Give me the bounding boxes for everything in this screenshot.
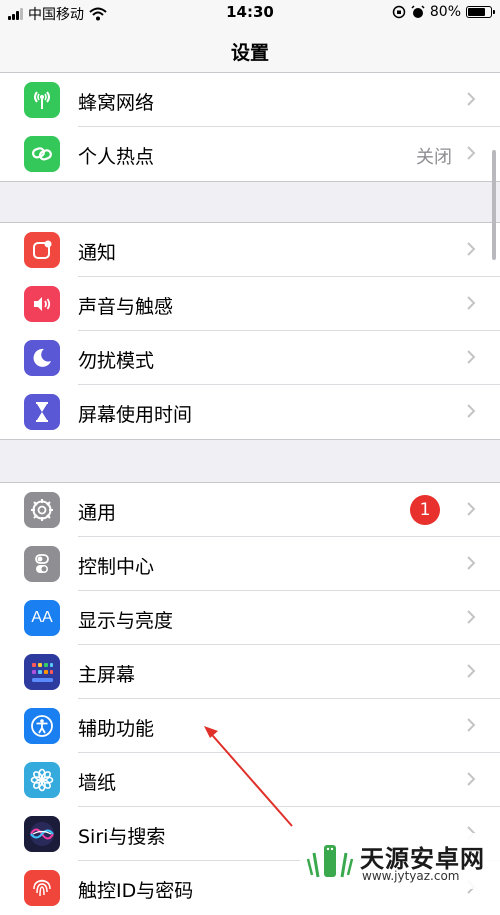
settings-row-label: 勿扰模式 xyxy=(78,350,155,372)
scroll-indicator[interactable] xyxy=(492,150,496,260)
speaker-icon xyxy=(24,286,60,322)
battery-percent: 80% xyxy=(429,4,461,20)
settings-row-label: Siri与搜索 xyxy=(78,826,166,848)
settings-row-label: 辅助功能 xyxy=(78,718,155,740)
accessibility-icon xyxy=(24,708,60,744)
siri-icon xyxy=(24,816,60,852)
chevron-right-icon xyxy=(467,502,476,516)
toggle-switches-icon xyxy=(24,546,60,582)
settings-row-home-screen[interactable]: 主屏幕 xyxy=(0,645,500,699)
orientation-lock-icon xyxy=(392,5,406,19)
chevron-right-icon xyxy=(467,718,476,732)
chevron-right-icon xyxy=(467,610,476,624)
text-size-icon: AA xyxy=(24,600,60,636)
watermark-url: www.jytyaz.com xyxy=(362,869,460,883)
settings-row-display-brightness[interactable]: AA 显示与亮度 xyxy=(0,591,500,645)
settings-row-label: 控制中心 xyxy=(78,556,155,578)
flower-icon xyxy=(24,762,60,798)
settings-group-notifications: 通知 声音与触感 勿扰模式 屏幕使用时间 xyxy=(0,222,500,440)
status-bar: 中国移动 14:30 80% xyxy=(0,0,500,26)
settings-row-notifications[interactable]: 通知 xyxy=(0,223,500,277)
settings-row-label: 触控ID与密码 xyxy=(78,880,194,902)
settings-row-hotspot[interactable]: 个人热点 关闭 xyxy=(0,127,500,181)
settings-row-label: 声音与触感 xyxy=(78,296,174,318)
settings-row-label: 蜂窝网络 xyxy=(78,92,155,114)
settings-row-label: 屏幕使用时间 xyxy=(78,404,193,426)
settings-row-label: 主屏幕 xyxy=(78,664,136,686)
chevron-right-icon xyxy=(467,404,476,418)
settings-row-label: 通用 xyxy=(78,502,117,524)
settings-row-cellular[interactable]: 蜂窝网络 xyxy=(0,73,500,127)
settings-row-label: 墙纸 xyxy=(78,772,117,794)
settings-row-general[interactable]: 通用 1 xyxy=(0,483,500,537)
settings-row-label: 显示与亮度 xyxy=(78,610,174,632)
settings-row-control-center[interactable]: 控制中心 xyxy=(0,537,500,591)
page-title: 设置 xyxy=(230,42,269,64)
hotspot-status-value: 关闭 xyxy=(416,147,452,168)
chevron-right-icon xyxy=(467,350,476,364)
moon-icon xyxy=(24,340,60,376)
text-size-icon-glyph: AA xyxy=(31,609,53,626)
settings-row-label: 通知 xyxy=(78,242,117,264)
hotspot-link-icon xyxy=(24,136,60,172)
annotation-arrow xyxy=(204,726,293,827)
status-right: 80% xyxy=(392,4,495,20)
settings-row-do-not-disturb[interactable]: 勿扰模式 xyxy=(0,331,500,385)
alarm-icon xyxy=(411,5,425,18)
chevron-right-icon xyxy=(467,664,476,678)
battery-icon xyxy=(466,6,495,18)
home-grid-icon xyxy=(24,654,60,690)
chevron-right-icon xyxy=(467,772,476,786)
watermark-logo-icon xyxy=(306,845,354,878)
notification-badge: 1 xyxy=(410,495,440,525)
gear-icon xyxy=(24,492,60,528)
settings-row-screen-time[interactable]: 屏幕使用时间 xyxy=(0,385,500,439)
chevron-right-icon xyxy=(467,146,476,160)
settings-group-network: 蜂窝网络 个人热点 关闭 xyxy=(0,72,500,182)
fingerprint-icon xyxy=(24,870,60,906)
chevron-right-icon xyxy=(467,92,476,106)
watermark: 天源安卓网 www.jytyaz.com xyxy=(300,833,500,889)
settings-row-label: 个人热点 xyxy=(78,146,155,168)
hourglass-icon xyxy=(24,394,60,430)
chevron-right-icon xyxy=(467,556,476,570)
chevron-right-icon xyxy=(467,242,476,256)
cellular-antenna-icon xyxy=(24,82,60,118)
notification-icon xyxy=(24,232,60,268)
settings-row-sounds[interactable]: 声音与触感 xyxy=(0,277,500,331)
chevron-right-icon xyxy=(467,296,476,310)
